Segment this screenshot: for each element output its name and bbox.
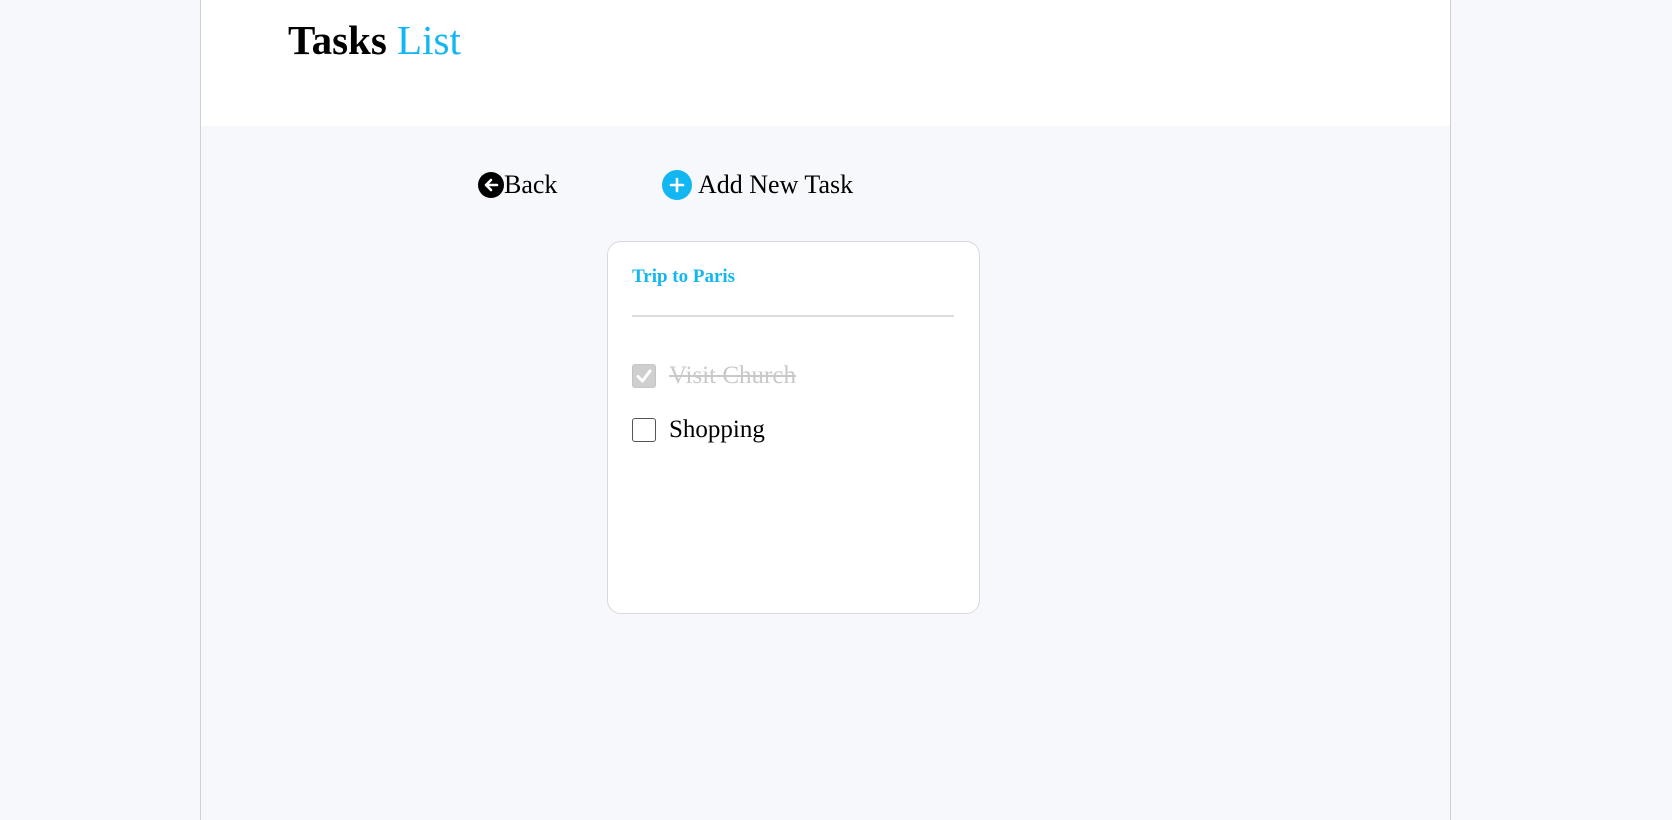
page-title: Tasks List xyxy=(288,14,461,66)
plus-circle-icon xyxy=(662,170,692,200)
back-label: Back xyxy=(504,170,558,199)
task-checkbox-unchecked[interactable] xyxy=(632,418,656,442)
back-button[interactable]: Back xyxy=(478,169,557,201)
card-divider xyxy=(632,315,954,317)
page-title-accent: List xyxy=(397,17,461,63)
task-label: Visit Church xyxy=(669,362,796,389)
header: Tasks List xyxy=(201,0,1450,126)
add-new-task-button[interactable]: Add New Task xyxy=(662,169,853,201)
task-item: Shopping xyxy=(632,416,765,444)
page-background: Tasks List Back Add New Task Trip to Par… xyxy=(0,0,1672,820)
task-checkbox-checked[interactable] xyxy=(632,364,656,388)
check-icon xyxy=(636,369,652,383)
page-title-main: Tasks xyxy=(288,17,387,63)
app-container: Tasks List Back Add New Task Trip to Par… xyxy=(200,0,1451,820)
task-label: Shopping xyxy=(669,416,765,443)
task-item: Visit Church xyxy=(632,362,796,390)
arrow-left-circle-icon xyxy=(478,172,504,198)
task-list-title: Trip to Paris xyxy=(632,266,736,287)
add-new-task-label: Add New Task xyxy=(698,170,854,199)
